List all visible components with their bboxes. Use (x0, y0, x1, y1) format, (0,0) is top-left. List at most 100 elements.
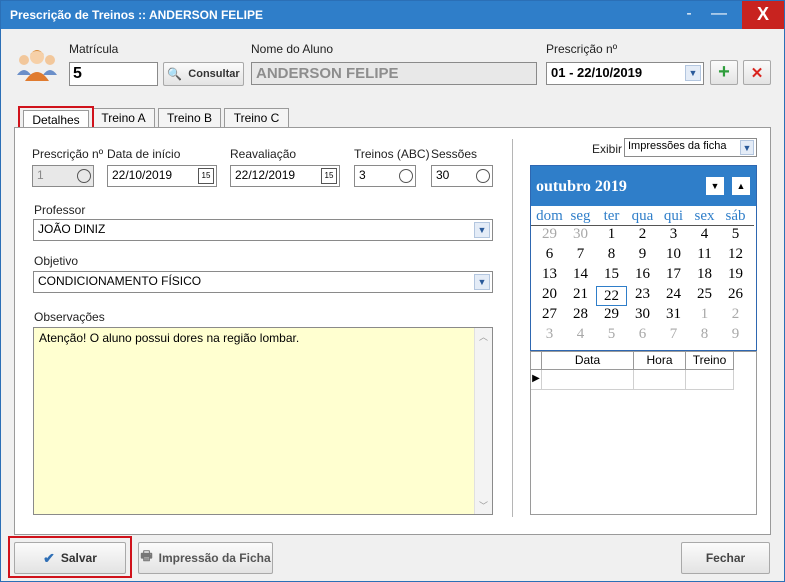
calendar-day[interactable]: 2 (720, 306, 751, 326)
matricula-input[interactable]: 5 (69, 62, 158, 86)
fechar-button[interactable]: Fechar (681, 542, 770, 574)
weekday-label: sex (694, 208, 715, 224)
chevron-down-icon: ▼ (685, 65, 701, 81)
weekday-label: qui (663, 208, 684, 224)
calendar-day[interactable]: 14 (565, 266, 596, 286)
calendar-day-today[interactable]: 22 (596, 286, 627, 306)
row-indicator-header (531, 352, 542, 370)
calendar-day[interactable]: 25 (689, 286, 720, 306)
calendar-day[interactable]: 17 (658, 266, 689, 286)
calendar-day[interactable]: 3 (658, 226, 689, 246)
calendar-icon[interactable]: 15 (321, 168, 337, 184)
calendar-day[interactable]: 4 (689, 226, 720, 246)
calendar-month: outubro 2019 (536, 178, 627, 195)
sessoes-stepper[interactable]: 30 (431, 165, 493, 187)
printer-icon: 🖶 (140, 548, 153, 563)
observacoes-scrollbar[interactable]: ︿ ﹀ (474, 328, 492, 514)
calendar-day[interactable]: 16 (627, 266, 658, 286)
weekday-label: qua (631, 208, 654, 224)
calendar-day[interactable]: 1 (596, 226, 627, 246)
calendar-day[interactable]: 8 (689, 326, 720, 346)
calendar-day[interactable]: 6 (627, 326, 658, 346)
calendar-icon[interactable]: 15 (198, 168, 214, 184)
prescricao-label: Prescrição nº (546, 42, 618, 56)
calendar-day[interactable]: 26 (720, 286, 751, 306)
reavaliacao-label: Reavaliação (230, 147, 297, 161)
calendar-day[interactable]: 9 (627, 246, 658, 266)
calendar-day[interactable]: 4 (565, 326, 596, 346)
inicio-value: 22/10/2019 (112, 168, 173, 182)
table-cell[interactable] (686, 370, 734, 390)
calendar-day[interactable]: 7 (565, 246, 596, 266)
delete-prescricao-button[interactable]: ✕ (743, 60, 771, 85)
add-prescricao-button[interactable]: + (710, 60, 738, 85)
impressao-ficha-button[interactable]: 🖶 Impressão da Ficha (138, 542, 273, 574)
calendar-day[interactable]: 15 (596, 266, 627, 286)
calendar-day[interactable]: 29 (596, 306, 627, 326)
chevron-down-icon: ▼ (474, 274, 490, 290)
table-cell[interactable] (634, 370, 686, 390)
calendar-day[interactable]: 13 (534, 266, 565, 286)
calendar-day[interactable]: 29 (534, 226, 565, 246)
salvar-highlight (8, 536, 132, 578)
weekday-label: ter (603, 208, 620, 224)
calendar-day[interactable]: 18 (689, 266, 720, 286)
sessoes-value: 30 (436, 168, 450, 182)
observacoes-value: Atenção! O aluno possui dores na região … (39, 331, 300, 345)
calendar-day[interactable]: 6 (534, 246, 565, 266)
minimize-button[interactable]: - (675, 1, 703, 29)
calendar-day[interactable]: 7 (658, 326, 689, 346)
calendar-day[interactable]: 24 (658, 286, 689, 306)
restore-button[interactable]: — (705, 1, 733, 29)
calendar-day[interactable]: 30 (565, 226, 596, 246)
inicio-date-field[interactable]: 22/10/2019 15 (107, 165, 217, 187)
table-cell[interactable] (542, 370, 634, 390)
calendar-prev-button[interactable]: ▼ (706, 177, 724, 195)
observacoes-textarea[interactable]: Atenção! O aluno possui dores na região … (33, 327, 493, 515)
calendar-day[interactable]: 23 (627, 286, 658, 306)
calendar-day[interactable]: 12 (720, 246, 751, 266)
prescricao-select[interactable]: 01 - 22/10/2019 ▼ (546, 62, 704, 85)
spin-icon[interactable] (475, 167, 491, 185)
calendar-day[interactable]: 28 (565, 306, 596, 326)
calendar-day[interactable]: 2 (627, 226, 658, 246)
window-title: Prescrição de Treinos :: ANDERSON FELIPE (10, 8, 263, 22)
reavaliacao-date-field[interactable]: 22/12/2019 15 (230, 165, 340, 187)
treinos-value: 3 (359, 168, 366, 182)
row-pointer-icon: ▶ (531, 370, 542, 390)
prescricao-n-field[interactable]: 1 (32, 165, 94, 187)
calendar-day[interactable]: 19 (720, 266, 751, 286)
calendar-day[interactable]: 3 (534, 326, 565, 346)
tab-treino-a[interactable]: Treino A (92, 108, 155, 128)
objetivo-select[interactable]: CONDICIONAMENTO FÍSICO ▼ (33, 271, 493, 293)
calendar-day[interactable]: 30 (627, 306, 658, 326)
calendar-day[interactable]: 5 (720, 226, 751, 246)
calendar-day[interactable]: 21 (565, 286, 596, 306)
tab-treino-b[interactable]: Treino B (158, 108, 221, 128)
tab-treino-c[interactable]: Treino C (224, 108, 289, 128)
prescricao-select-value: 01 - 22/10/2019 (551, 65, 643, 80)
exibir-label: Exibir (592, 142, 623, 156)
column-data[interactable]: Data (542, 352, 634, 370)
calendar-day[interactable]: 31 (658, 306, 689, 326)
calendar-header: outubro 2019 ▼ ▲ (531, 166, 756, 206)
calendar-day[interactable]: 1 (689, 306, 720, 326)
calendar-day[interactable]: 5 (596, 326, 627, 346)
close-button[interactable]: X (742, 1, 784, 29)
calendar-day[interactable]: 8 (596, 246, 627, 266)
consultar-button[interactable]: 🔍 Consultar (163, 62, 244, 86)
calendar-day[interactable]: 10 (658, 246, 689, 266)
nome-field[interactable]: ANDERSON FELIPE (251, 62, 537, 85)
prescricao-n-label: Prescrição nº (32, 147, 104, 161)
exibir-select[interactable]: Impressões da ficha ▼ (624, 138, 757, 157)
column-treino[interactable]: Treino (686, 352, 734, 370)
spin-icon[interactable] (398, 167, 414, 185)
calendar-day[interactable]: 11 (689, 246, 720, 266)
calendar-day[interactable]: 9 (720, 326, 751, 346)
professor-select[interactable]: JOÃO DINIZ ▼ (33, 219, 493, 241)
calendar-day[interactable]: 20 (534, 286, 565, 306)
calendar-next-button[interactable]: ▲ (732, 177, 750, 195)
treinos-stepper[interactable]: 3 (354, 165, 416, 187)
column-hora[interactable]: Hora (634, 352, 686, 370)
calendar-day[interactable]: 27 (534, 306, 565, 326)
